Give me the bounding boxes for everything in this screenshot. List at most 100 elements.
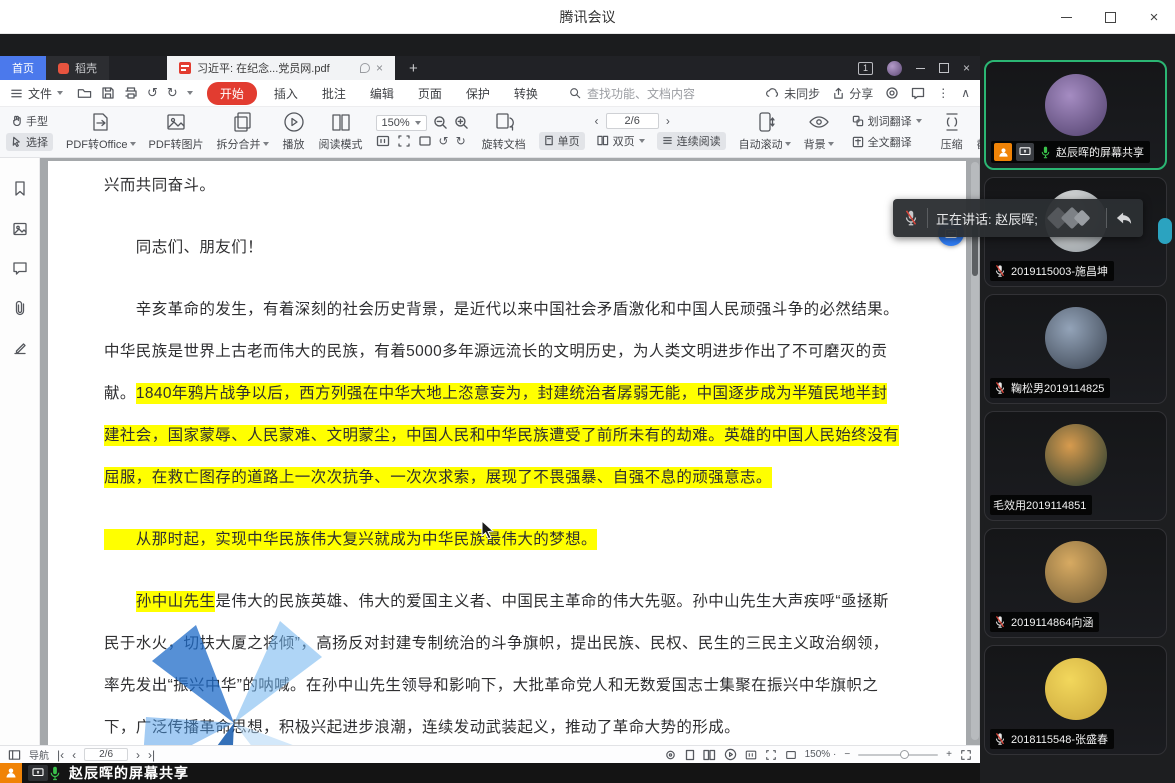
double-page-button[interactable]: 双页 [592,132,650,150]
zoom-in-button[interactable]: + [946,749,952,760]
zoom-out-icon[interactable] [433,115,448,130]
rotate-left-icon[interactable]: ↺ [439,134,449,148]
pdf-document-area[interactable]: 兴而共同奋斗。 同志们、朋友们！ 辛亥革命的发生，有着深刻的社会历史背景，是近代… [40,158,980,745]
collapse-ribbon-icon[interactable]: ∧ [961,86,970,100]
bookmark-icon[interactable] [12,180,28,197]
reply-arrow-icon[interactable] [1115,210,1133,226]
account-avatar[interactable] [887,61,902,76]
open-folder-icon[interactable] [77,86,92,100]
vertical-scrollbar[interactable] [971,162,979,740]
zoom-value-statusbar[interactable]: 150% · [805,749,837,760]
double-page-icon-sb[interactable] [703,749,716,761]
save-icon[interactable] [101,86,115,100]
menu-item-insert[interactable]: 插入 [267,82,305,105]
participant-tile[interactable]: 2019114864向涵 [984,528,1167,638]
select-tool-button[interactable]: 选择 [6,133,53,151]
continuous-read-button[interactable]: 连续阅读 [657,132,726,150]
zoom-slider[interactable] [858,754,938,756]
pdf-to-image-button[interactable]: PDF转图片 [149,110,204,152]
read-mode-button[interactable]: 阅读模式 [319,110,363,152]
rotate-document-button[interactable]: 旋转文档 [482,110,526,152]
first-page-button[interactable]: |‹ [57,748,64,762]
fullscreen-icon[interactable] [960,749,972,761]
background-mode-icon[interactable] [664,749,677,761]
kebab-menu-icon[interactable]: ⋮ [937,86,949,100]
redo-icon[interactable]: ↻ [167,85,178,101]
toolbar-options-icon[interactable] [187,91,193,95]
search-input[interactable]: 查找功能、文档内容 [569,85,695,102]
pdf-page: 兴而共同奋斗。 同志们、朋友们！ 辛亥革命的发生，有着深刻的社会历史背景，是近代… [48,161,966,745]
navigation-panel-icon[interactable] [8,749,21,761]
menu-item-start[interactable]: 开始 [207,82,257,105]
new-tab-button[interactable]: + [395,56,432,80]
fit-width-icon[interactable] [418,134,432,148]
last-page-button[interactable]: ›| [148,748,155,762]
next-page-button-sb[interactable]: › [136,748,140,762]
actual-size-icon[interactable] [376,134,390,148]
app-restore-button[interactable] [939,63,949,73]
app-minimize-button[interactable] [916,68,925,69]
background-button[interactable]: 背景 [804,110,834,152]
pdf-left-rail [0,158,40,745]
mic-on-icon [1040,146,1051,159]
split-merge-button[interactable]: 拆分合并 [217,110,269,152]
page-indicator-field[interactable]: 2/6 [606,113,659,129]
close-button[interactable]: × [1143,6,1165,28]
participant-tile[interactable]: 毛效用2019114851 [984,411,1167,521]
menu-item-protect[interactable]: 保护 [459,82,497,105]
next-page-button[interactable]: › [666,114,670,128]
pdf-toolbar: 手型 选择 PDF转Office PDF转图片 拆分合并 播放 阅读模式 [0,107,980,158]
fit-width-icon-sb[interactable] [785,749,797,761]
gear-icon[interactable] [885,86,899,100]
stamp-sign-icon[interactable] [12,340,28,356]
fit-page-icon[interactable] [397,134,411,148]
tab-docer[interactable]: 稻壳 [46,56,109,80]
full-translate-button[interactable]: 全文翻译 [847,133,927,151]
thumbnail-image-icon[interactable] [12,221,28,237]
single-page-icon [544,135,554,146]
sidebar-scroll-indicator[interactable] [1158,218,1172,244]
prev-page-button-sb[interactable]: ‹ [72,748,76,762]
tab-home[interactable]: 首页 [0,56,46,80]
single-page-button[interactable]: 单页 [539,132,585,150]
page-indicator-statusbar[interactable]: 2/6 [84,748,128,761]
participant-tile[interactable]: 鞠松男2019114825 [984,294,1167,404]
hand-tool-button[interactable]: 手型 [6,112,53,130]
paperclip-icon[interactable] [13,300,27,316]
zoom-out-button[interactable]: − [844,749,850,760]
window-count-icon[interactable]: 1 [858,62,873,75]
single-page-icon-sb[interactable] [685,749,695,761]
rotate-right-icon[interactable]: ↻ [456,134,466,148]
play-icon-sb[interactable] [724,748,737,761]
word-translate-button[interactable]: 划词翻译 [847,112,927,130]
auto-scroll-button[interactable]: 自动滚动 [739,110,791,152]
comment-bubble-icon[interactable] [911,87,925,100]
zoom-in-icon[interactable] [454,115,469,130]
app-close-button[interactable]: × [963,61,970,75]
zoom-slider-knob[interactable] [900,750,909,759]
undo-icon[interactable]: ↺ [147,85,158,101]
share-button[interactable]: 分享 [832,85,873,102]
comment-panel-icon[interactable] [12,261,28,276]
tab-pin-icon[interactable] [360,63,370,73]
tab-close-icon[interactable]: × [376,61,383,75]
print-icon[interactable] [124,86,138,100]
prev-page-button[interactable]: ‹ [595,114,599,128]
file-menu[interactable]: 文件 [10,85,63,102]
restore-button[interactable] [1099,6,1121,28]
menu-item-convert[interactable]: 转换 [507,82,545,105]
participant-tile[interactable]: 2018115548-张盛春 [984,645,1167,755]
participant-tile[interactable]: 赵辰晖的屏幕共享 [984,60,1167,170]
menu-item-annotate[interactable]: 批注 [315,82,353,105]
pdf-to-office-button[interactable]: PDF转Office [66,110,136,152]
fit-page-icon-sb[interactable] [765,749,777,761]
tab-document[interactable]: 习近平: 在纪念...党员网.pdf × [167,56,395,80]
play-button[interactable]: 播放 [282,110,306,152]
sync-status[interactable]: 未同步 [765,85,820,102]
compress-button[interactable]: 压缩 [940,110,964,152]
zoom-level-select[interactable]: 150% [376,115,427,131]
menu-item-page[interactable]: 页面 [411,82,449,105]
actual-size-icon-sb[interactable] [745,749,757,761]
minimize-button[interactable] [1055,6,1077,28]
menu-item-edit[interactable]: 编辑 [363,82,401,105]
